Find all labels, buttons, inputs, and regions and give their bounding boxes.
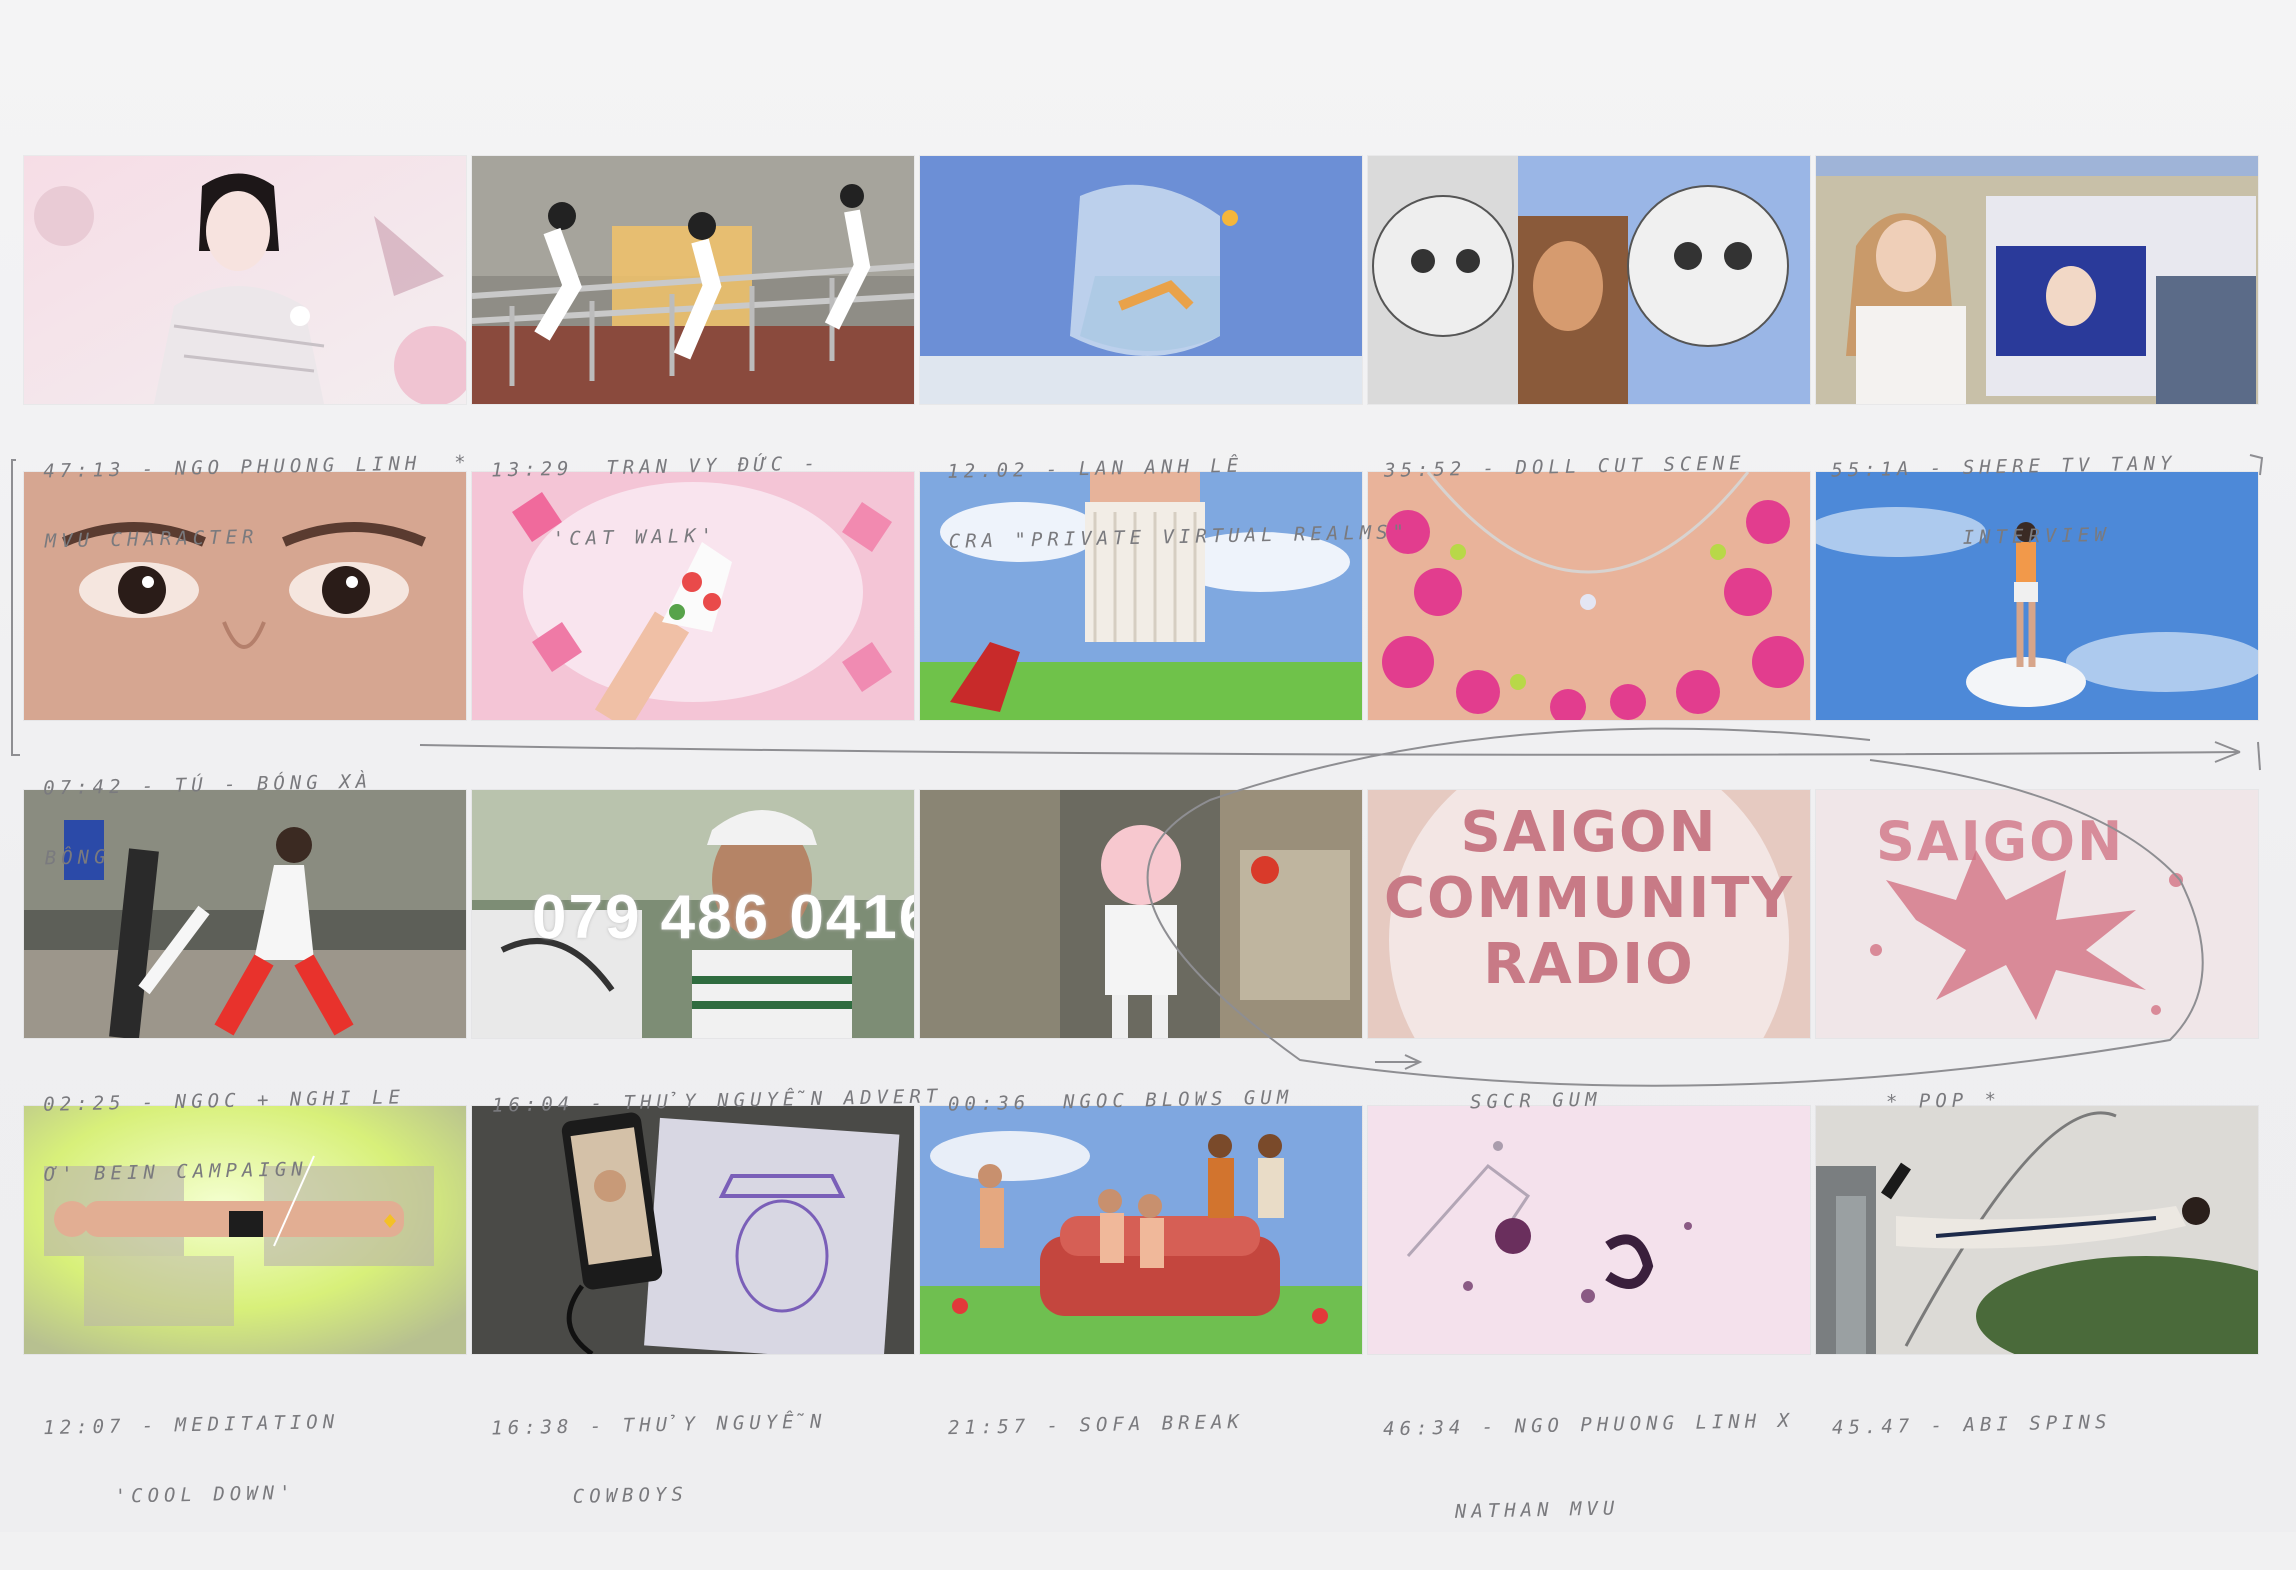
caption-line: 21:57 - Sofa break	[947, 1410, 1245, 1440]
caption-frame-7: 02:25 - Ngoc + Nghi Le Ơ' Bein campaign	[42, 1040, 407, 1232]
frame-advert-phone: 079 486 0416	[472, 790, 914, 1038]
caption-line: 'cat walk'	[552, 524, 718, 551]
radio-sign-line-3: RADIO	[1483, 932, 1695, 997]
caption-line: interview	[1962, 523, 2111, 549]
caption-line: SGCR gum	[1469, 1088, 1602, 1114]
caption-line: 46:34 - Ngo Phuong Linh x	[1382, 1409, 1795, 1441]
caption-frame-16: 45.47 - Abi spins	[1831, 1365, 2113, 1485]
caption-line: * pop *	[1885, 1088, 2002, 1114]
caption-frame-12: 12:07 - meditation 'cool down'	[42, 1365, 342, 1555]
caption-frame-8: 16:04 - Thủy Nguyễn advert	[491, 1039, 944, 1162]
caption-line: 12.02 - Lan Anh Lê	[947, 454, 1244, 483]
radio-sign-line-1: SAIGON	[1460, 800, 1718, 865]
caption-line: 13:29 Tran Vy Đức -	[491, 452, 821, 482]
radio-sign-text: SAIGON COMMUNITY RADIO	[1368, 800, 1810, 998]
caption-line: cowboys	[572, 1483, 689, 1508]
caption-line: 02:25 - Ngoc + Nghi Le	[43, 1086, 406, 1116]
caption-line: Ơ' Bein campaign	[44, 1158, 308, 1186]
caption-frame-9: 00:36 Ngoc blows gum	[947, 1040, 1295, 1161]
caption-frame-6: 07:42 - Tú - Bóng xà Bông	[42, 725, 375, 916]
frame-doll-character	[24, 156, 466, 404]
caption-line: Nathan Mvu	[1454, 1497, 1620, 1523]
caption-line: 00:36 Ngoc blows gum	[947, 1086, 1294, 1116]
frame-radio-sign: SAIGON COMMUNITY RADIO	[1368, 790, 1810, 1038]
caption-line: 47:13 - Ngo Phuong Linh *	[43, 451, 471, 483]
caption-frame-4: 35:52 - Doll cut scene	[1383, 406, 1747, 528]
caption-line: 35:52 - Doll cut scene	[1383, 452, 1746, 482]
frame-doll-collage	[1368, 156, 1810, 404]
caption-line: 55:1A - Shere TV Tany	[1831, 452, 2177, 482]
storyboard-sheet: 079 486 0416 SAIGON COMMUNITY RADIO SAIG…	[0, 0, 2296, 1532]
caption-line: 07:42 - Tú - Bóng xà	[43, 770, 373, 800]
frame-pop-splash: SAIGON	[1816, 790, 2258, 1038]
frame-abi-spins	[1816, 1106, 2258, 1354]
caption-line: 45.47 - Abi spins	[1831, 1411, 2112, 1439]
frame-ballet-barre	[472, 156, 914, 404]
caption-line: Bông	[44, 846, 111, 870]
caption-frame-3: 12.02 - Lan Anh Lê CRA "private virtual …	[946, 405, 1410, 599]
caption-line: 12:07 - meditation	[43, 1410, 340, 1440]
frame-fish-bag	[920, 156, 1362, 404]
splash-text: SAIGON	[1876, 810, 2125, 873]
caption-frame-11: * pop *	[1885, 1043, 2002, 1159]
caption-line: 'cool down'	[114, 1481, 296, 1508]
caption-line: CRA "private virtual realms"	[948, 521, 1410, 553]
caption-frame-15: 46:34 - Ngo Phuong Linh x Nathan Mvu	[1382, 1364, 1797, 1570]
phone-number-overlay: 079 486 0416	[532, 883, 914, 952]
frame-tv-interview	[1816, 156, 2258, 404]
caption-line: 16:04 - Thủy Nguyễn advert	[491, 1085, 943, 1117]
caption-line: 16:38 - Thủy Nguyễn	[491, 1410, 827, 1440]
caption-frame-1: 47:13 - Ngo Phuong Linh * Mvu character	[42, 406, 473, 599]
radio-sign-line-2: COMMUNITY	[1383, 866, 1795, 931]
caption-line: Mvu character	[44, 525, 259, 553]
frame-gum-bubble	[920, 790, 1362, 1038]
caption-frame-13: 16:38 - Thủy Nguyễn cowboys	[490, 1365, 829, 1556]
caption-frame-10: SGCR gum	[1469, 1043, 1603, 1160]
caption-frame-5: 55:1A - Shere TV Tany interview	[1830, 406, 2179, 597]
caption-frame-2: 13:29 Tran Vy Đức - 'cat walk'	[490, 407, 823, 598]
caption-frame-14: 21:57 - Sofa break	[947, 1365, 1245, 1485]
